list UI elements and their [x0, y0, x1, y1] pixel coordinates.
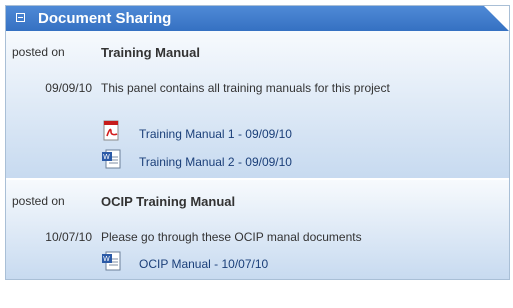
- posted-on-label: posted on: [12, 194, 65, 208]
- header-tab-corner: [484, 6, 509, 31]
- post-title: OCIP Training Manual: [101, 194, 236, 209]
- file-link-label[interactable]: Training Manual 2 - 09/09/10: [139, 155, 292, 169]
- post-title: Training Manual: [101, 45, 200, 60]
- panel-header: Document Sharing: [6, 6, 509, 31]
- posted-on-label: posted on: [12, 45, 65, 59]
- svg-text:W: W: [103, 153, 110, 161]
- pdf-icon: [103, 120, 119, 141]
- post-date: 09/09/10: [45, 81, 92, 95]
- panel-title: Document Sharing: [38, 10, 172, 27]
- post-date: 10/07/10: [45, 230, 92, 244]
- file-link-label[interactable]: OCIP Manual - 10/07/10: [139, 257, 268, 271]
- svg-text:W: W: [103, 255, 110, 263]
- file-link-label[interactable]: Training Manual 1 - 09/09/10: [139, 127, 292, 141]
- collapse-icon[interactable]: [16, 13, 25, 22]
- document-sharing-panel: Document Sharing posted on Training Manu…: [5, 5, 510, 280]
- post-description: Please go through these OCIP manal docum…: [101, 230, 362, 244]
- post-description: This panel contains all training manuals…: [101, 81, 390, 95]
- post-training-manual: posted on Training Manual 09/09/10 This …: [6, 31, 509, 178]
- word-doc-icon: W: [102, 251, 121, 271]
- post-ocip-training-manual: posted on OCIP Training Manual 10/07/10 …: [6, 179, 509, 279]
- word-doc-icon: W: [102, 149, 121, 169]
